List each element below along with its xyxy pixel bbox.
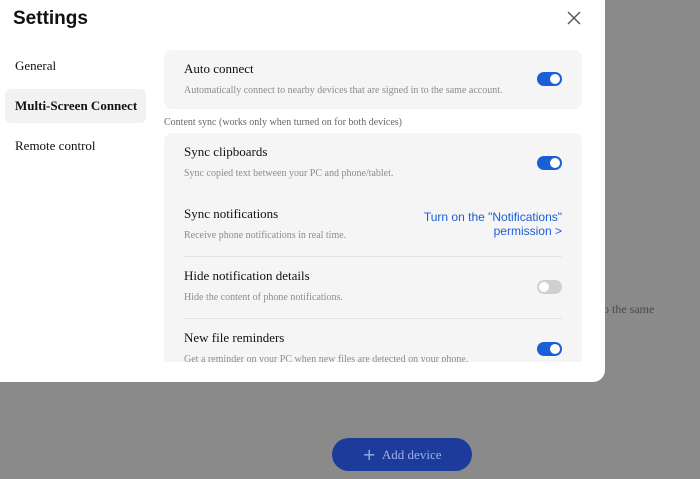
add-device-button[interactable]: + Add device [332,438,472,471]
sync-clipboards-row: Sync clipboards Sync copied text between… [184,133,562,195]
content-sync-card: Sync clipboards Sync copied text between… [164,133,582,362]
nav-item-label: Multi-Screen Connect [15,98,138,113]
nav-item-label: General [15,58,57,73]
dialog-title: Settings [13,8,88,29]
nav-item-general[interactable]: General [5,49,146,83]
new-file-reminders-toggle[interactable] [537,342,562,356]
add-device-label: Add device [381,446,442,462]
background-text: o the same [603,302,655,316]
nav-item-remote-control[interactable]: Remote control [5,129,146,163]
settings-content[interactable]: Auto connect Automatically connect to ne… [163,48,587,362]
auto-connect-card: Auto connect Automatically connect to ne… [164,50,582,109]
nav-item-label: Remote control [15,138,96,153]
nav-item-multi-screen-connect[interactable]: Multi-Screen Connect [5,89,146,123]
sync-clipboards-title: Sync clipboards [184,144,268,159]
auto-connect-toggle[interactable] [537,72,562,86]
notifications-permission-link[interactable]: Turn on the "Notifications" permission > [362,210,562,238]
auto-connect-desc: Automatically connect to nearby devices … [184,85,503,96]
hide-details-row: Hide notification details Hide the conte… [184,257,562,318]
hide-details-desc: Hide the content of phone notifications. [184,292,343,303]
auto-connect-row: Auto connect Automatically connect to ne… [184,50,562,109]
auto-connect-title: Auto connect [184,61,254,76]
hide-details-title: Hide notification details [184,268,310,283]
plus-icon: + [362,444,376,464]
close-icon[interactable] [566,10,582,26]
new-file-reminders-row: New file reminders Get a reminder on you… [184,319,562,362]
content-sync-label: Content sync (works only when turned on … [164,117,403,128]
new-file-reminders-desc: Get a reminder on your PC when new files… [184,354,469,362]
hide-details-toggle[interactable] [537,280,562,294]
permission-link-line1: Turn on the "Notifications" [423,210,562,224]
sync-clipboards-desc: Sync copied text between your PC and pho… [184,168,394,179]
sync-notifications-title: Sync notifications [184,206,279,221]
settings-dialog: Settings General Multi-Screen Connect Re… [0,0,605,382]
permission-link-line2: permission > [493,224,562,238]
new-file-reminders-title: New file reminders [184,330,285,345]
sync-clipboards-toggle[interactable] [537,156,562,170]
sync-notifications-desc: Receive phone notifications in real time… [184,230,347,241]
